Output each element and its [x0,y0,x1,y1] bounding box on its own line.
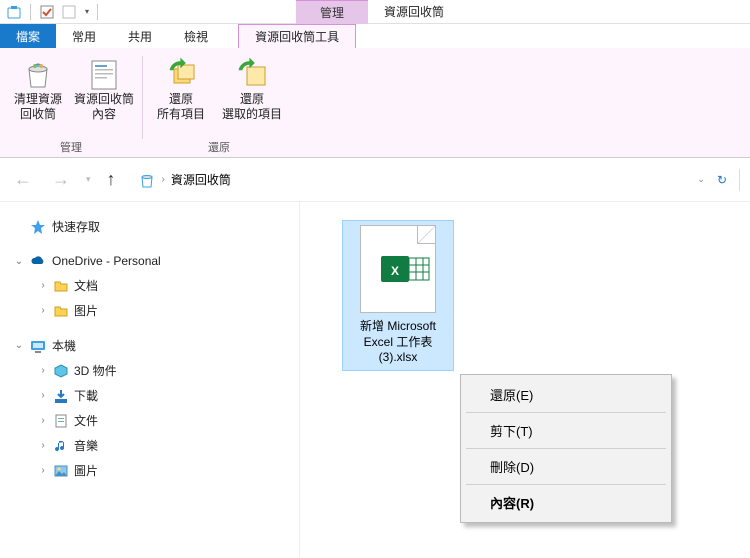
cube-icon [54,364,68,378]
recycle-bin-icon[interactable] [6,4,22,20]
ctx-delete[interactable]: 刪除(D) [464,450,668,483]
tree-3d-objects[interactable]: › 3D 物件 [32,358,291,383]
tab-home[interactable]: 常用 [56,24,112,48]
tree-label: 本機 [52,337,76,354]
svg-text:X: X [391,264,399,278]
restore-selected-icon [235,56,269,92]
ctx-separator [466,484,666,485]
caret-right-icon[interactable]: › [38,415,48,426]
cloud-icon [30,253,46,269]
ctx-restore[interactable]: 還原(E) [464,378,668,411]
music-note-icon [54,439,68,453]
context-group-label: 管理 [296,0,368,24]
star-icon [30,219,46,235]
tree-label: 快速存取 [52,218,100,235]
group-label-manage: 管理 [60,139,82,157]
ribbon-group-restore: 還原 所有項目 還原 選取的項目 還原 [143,54,295,157]
caret-down-icon[interactable]: ⌄ [14,340,24,351]
tree-onedrive-pictures[interactable]: › 图片 [32,298,291,323]
document-icon [54,414,68,428]
button-label: 還原 所有項目 [157,92,205,122]
title-bar: ▾ 管理 資源回收筒 [0,0,750,24]
button-label: 清理資源 回收筒 [14,92,62,122]
properties-icon[interactable] [39,4,55,20]
tree-documents[interactable]: › 文件 [32,408,291,433]
nav-history-dropdown[interactable]: ▾ [86,174,91,185]
tree-label: 圖片 [74,462,98,479]
ctx-cut[interactable]: 剪下(T) [464,414,668,447]
properties-sheet-icon [87,56,121,92]
qat-customize-dropdown[interactable]: ▾ [85,7,89,16]
restore-selected-button[interactable]: 還原 選取的項目 [215,54,289,139]
contextual-tab-header: 管理 資源回收筒 [296,0,460,24]
button-label: 還原 選取的項目 [222,92,282,122]
restore-all-button[interactable]: 還原 所有項目 [149,54,213,139]
ribbon-group-manage: 清理資源 回收筒 資源回收筒 內容 管理 [0,54,142,157]
tree-label: 3D 物件 [74,362,117,379]
qat-blank-icon[interactable] [61,4,77,20]
tree-label: 下載 [74,387,98,404]
tree-label: OneDrive - Personal [52,254,161,268]
tree-music[interactable]: › 音樂 [32,433,291,458]
tab-file[interactable]: 檔案 [0,24,56,48]
nav-forward-button[interactable]: → [48,169,74,190]
tree-downloads[interactable]: › 下載 [32,383,291,408]
tab-share[interactable]: 共用 [112,24,168,48]
restore-all-icon [164,56,198,92]
caret-right-icon[interactable]: › [38,440,48,451]
address-bar: ← → ▾ ↑ › 資源回收筒 ⌄ ↻ [0,158,750,202]
ribbon-tab-strip: 檔案 常用 共用 檢視 資源回收筒工具 [0,24,750,48]
window-title: 資源回收筒 [368,0,460,24]
excel-file-icon: X [360,225,436,313]
breadcrumb[interactable]: › 資源回收筒 [132,167,686,193]
qat-separator [97,4,98,20]
caret-right-icon[interactable]: › [38,465,48,476]
tree-onedrive-documents[interactable]: › 文档 [32,273,291,298]
file-item[interactable]: X 新增 Microsoft Excel 工作表 (3).xlsx [342,220,454,371]
tree-label: 文件 [74,412,98,429]
group-label-restore: 還原 [208,139,230,157]
ribbon: 清理資源 回收筒 資源回收筒 內容 管理 還原 所有項目 [0,48,750,158]
empty-recycle-bin-button[interactable]: 清理資源 回收筒 [6,54,70,139]
caret-right-icon[interactable]: › [38,390,48,401]
file-name-label: 新增 Microsoft Excel 工作表 (3).xlsx [347,319,449,366]
button-label: 資源回收筒 內容 [74,92,134,122]
recycle-bin-icon [138,171,156,189]
navigation-pane: ▾ 快速存取 ⌄ OneDrive - Personal › 文档 › [0,202,300,558]
context-menu: 還原(E) 剪下(T) 刪除(D) 內容(R) [460,374,672,523]
caret-down-icon[interactable]: ⌄ [14,256,24,267]
tree-pictures[interactable]: › 圖片 [32,458,291,483]
nav-back-button[interactable]: ← [10,169,36,190]
download-icon [54,389,68,403]
ctx-separator [466,448,666,449]
folder-icon [54,304,68,318]
breadcrumb-current[interactable]: 資源回收筒 [171,171,231,188]
tree-label: 文档 [74,277,98,294]
quick-access-toolbar: ▾ [0,4,106,20]
recycle-bin-properties-button[interactable]: 資源回收筒 內容 [72,54,136,139]
ctx-properties[interactable]: 內容(R) [464,486,668,519]
address-search-separator [739,169,740,191]
tree-onedrive[interactable]: ⌄ OneDrive - Personal [8,249,291,273]
caret-right-icon[interactable]: › [38,365,48,376]
tab-view[interactable]: 檢視 [168,24,224,48]
tree-quick-access[interactable]: ▾ 快速存取 [8,214,291,239]
picture-icon [54,464,68,478]
folder-icon [54,279,68,293]
breadcrumb-dropdown[interactable]: ⌄ [697,174,705,185]
caret-right-icon[interactable]: › [38,280,48,291]
tree-this-pc[interactable]: ⌄ 本機 [8,333,291,358]
breadcrumb-separator[interactable]: › [162,174,165,185]
tree-label: 音樂 [74,437,98,454]
qat-separator [30,4,31,20]
tab-recycle-bin-tools[interactable]: 資源回收筒工具 [238,24,356,48]
ctx-separator [466,412,666,413]
recycle-bin-full-icon [21,56,55,92]
tree-label: 图片 [74,302,98,319]
nav-up-button[interactable]: ↑ [103,169,120,190]
pc-icon [30,338,46,354]
caret-right-icon[interactable]: › [38,305,48,316]
refresh-button[interactable]: ↻ [717,173,727,187]
